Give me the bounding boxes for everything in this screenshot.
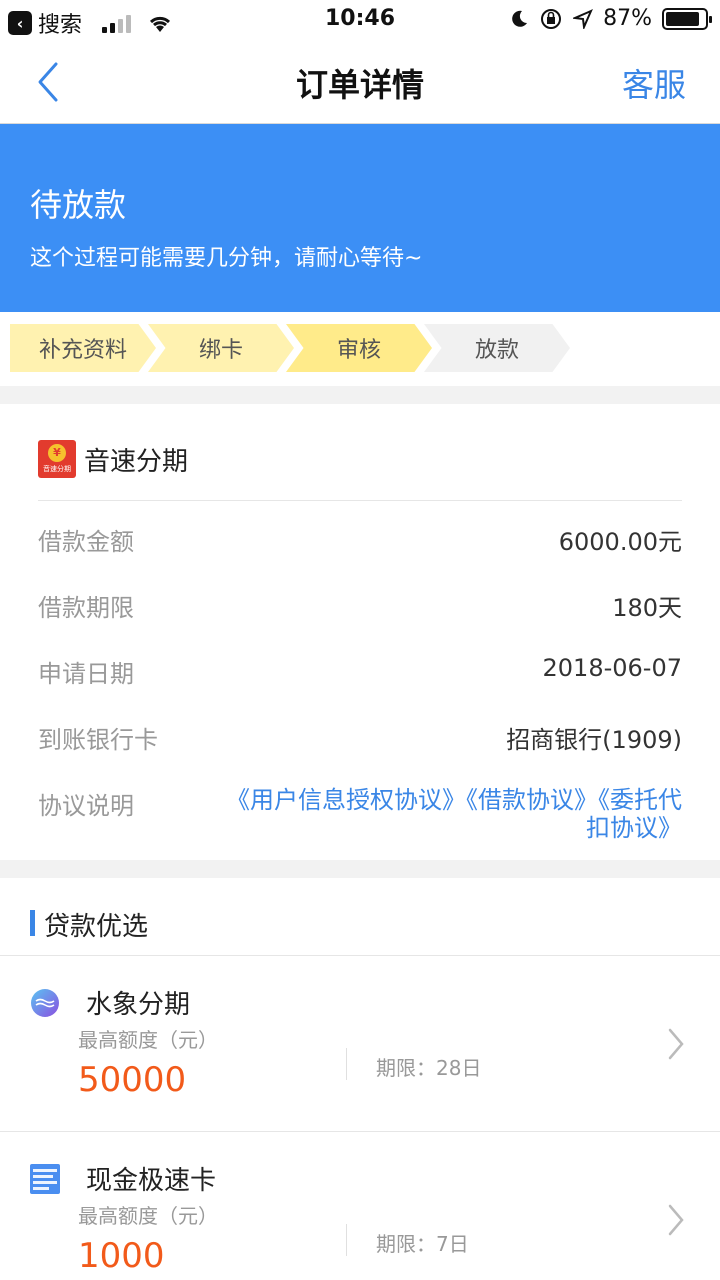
loan-name: 现金极速卡 <box>86 1166 217 1196</box>
info-label: 协议说明 <box>38 792 134 820</box>
loan-limit-label: 最高额度（元） <box>78 1204 218 1228</box>
location-icon <box>573 8 594 29</box>
step-supplement-info: 补充资料 <box>10 324 156 372</box>
loan-limit-label: 最高额度（元） <box>78 1028 218 1052</box>
brand-name: 音速分期 <box>84 446 189 477</box>
recommend-section: 贷款优选 水象分期 最高额度（元） 50000 期限：28日 现金极速卡 最高额… <box>0 878 720 1280</box>
info-label: 申请日期 <box>38 660 134 688</box>
wave-logo-icon <box>31 989 59 1017</box>
battery-percent: 87% <box>603 6 652 31</box>
info-row-agreements: 协议说明 《用户信息授权协议》《借款协议》《委托代扣协议》 <box>38 786 682 846</box>
info-value: 2018-06-07 <box>542 654 682 682</box>
info-label: 借款期限 <box>38 594 134 622</box>
progress-steps: 补充资料 绑卡 审核 放款 <box>0 312 720 386</box>
page-title: 订单详情 <box>295 66 424 104</box>
loan-amount: 50000 <box>78 1060 187 1100</box>
info-row-term: 借款期限 180天 <box>38 588 682 628</box>
yen-coin-icon: ¥ <box>48 444 66 462</box>
nav-bar: 订单详情 客服 <box>0 40 720 124</box>
brand-logo: ¥ 音速分期 <box>38 440 76 478</box>
order-info-card: ¥ 音速分期 音速分期 借款金额 6000.00元 借款期限 180天 申请日期… <box>0 404 720 860</box>
status-bar: ‹ 搜索 10:46 87% <box>0 0 720 40</box>
section-accent-bar <box>30 910 35 936</box>
loan-name: 水象分期 <box>86 990 191 1020</box>
info-label: 到账银行卡 <box>38 726 158 754</box>
agreement-links: 《用户信息授权协议》《借款协议》《委托代扣协议》 <box>222 786 682 842</box>
agreement-link-loan[interactable]: 《借款协议》 <box>466 786 598 814</box>
info-row-amount: 借款金额 6000.00元 <box>38 522 682 562</box>
banner-title: 待放款 <box>30 186 127 224</box>
info-row-bank-card: 到账银行卡 招商银行(1909) <box>38 720 682 760</box>
recommend-header: 贷款优选 <box>0 878 720 956</box>
loan-item[interactable]: 现金极速卡 最高额度（元） 1000 期限：7日 <box>0 1132 720 1280</box>
status-banner: 待放款 这个过程可能需要几分钟，请耐心等待~ <box>0 124 720 312</box>
loan-term: 期限：28日 <box>376 1056 482 1080</box>
info-value: 6000.00元 <box>558 528 682 556</box>
agreement-link-user-auth[interactable]: 《用户信息授权协议》 <box>226 786 466 814</box>
step-review: 审核 <box>286 324 432 372</box>
info-row-date: 申请日期 2018-06-07 <box>38 654 682 694</box>
loan-item[interactable]: 水象分期 最高额度（元） 50000 期限：28日 <box>0 956 720 1132</box>
battery-icon <box>662 7 712 30</box>
status-right: 87% <box>509 6 712 31</box>
back-arrow-icon[interactable] <box>30 58 70 106</box>
loan-amount: 1000 <box>78 1236 165 1276</box>
divider <box>346 1224 347 1256</box>
divider <box>38 500 682 501</box>
brand-row: ¥ 音速分期 音速分期 <box>38 440 188 478</box>
info-value: 招商银行(1909) <box>506 726 682 754</box>
banner-subtitle: 这个过程可能需要几分钟，请耐心等待~ <box>30 246 423 271</box>
rotation-lock-icon <box>541 8 562 29</box>
recommend-title: 贷款优选 <box>44 912 149 942</box>
brand-logo-text: 音速分期 <box>43 465 71 473</box>
customer-service-button[interactable]: 客服 <box>622 60 686 106</box>
step-disbursement: 放款 <box>424 324 570 372</box>
step-bind-card: 绑卡 <box>148 324 294 372</box>
agreement-link-withholding[interactable]: 《委托代扣协议》 <box>586 786 682 842</box>
loan-term: 期限：7日 <box>376 1232 469 1256</box>
info-value: 180天 <box>612 594 682 622</box>
divider <box>346 1048 347 1080</box>
info-label: 借款金额 <box>38 528 134 556</box>
chevron-right-icon <box>668 1028 684 1060</box>
chevron-right-icon <box>668 1204 684 1236</box>
cash-logo-icon <box>30 1164 60 1194</box>
moon-icon <box>512 10 528 27</box>
